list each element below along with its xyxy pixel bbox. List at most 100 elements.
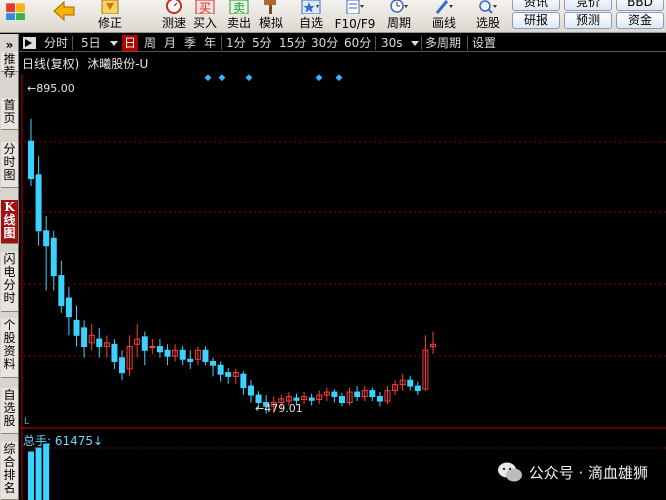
star-icon	[301, 0, 321, 14]
back-arrow-icon	[53, 1, 75, 21]
chevron-down-icon[interactable]	[411, 41, 419, 46]
correct-button[interactable]: 修正	[92, 0, 128, 32]
stock-picker-button[interactable]: 选股	[468, 0, 508, 32]
grid-icon-button[interactable]	[0, 0, 30, 32]
buy-icon: 买	[195, 0, 215, 14]
wechat-icon	[497, 462, 522, 482]
candle-down	[414, 385, 421, 392]
pen-icon	[435, 0, 453, 14]
sidetab-home[interactable]: 首页	[1, 98, 18, 130]
candle-down	[81, 327, 88, 348]
news-button[interactable]: 资讯	[512, 0, 560, 11]
forecast-button[interactable]: 预测	[564, 12, 612, 29]
sidetab-kline-label: K线图	[3, 200, 16, 240]
signal-marker: ◆	[205, 73, 212, 83]
stopwatch-icon	[166, 0, 182, 14]
double-chevron-icon: »	[5, 38, 14, 52]
sidetab-watchlist[interactable]: 自选股	[1, 388, 18, 434]
watermark-text: 公众号 · 滴血雄狮	[528, 463, 648, 482]
grid-icon	[6, 3, 25, 20]
volume-bar	[35, 447, 42, 500]
candle-down	[293, 397, 300, 401]
kline-chart[interactable]: ◆ ◆ ◆ ◆ ◆ L 日线(复权) 沐曦股份-U ←895.00 ←479.01 总手:…	[19, 52, 666, 500]
period-day[interactable]: 日	[122, 35, 139, 51]
candle-down	[331, 391, 338, 398]
chart-header: 日线(复权) 沐曦股份-U	[22, 55, 148, 72]
candle-down	[187, 358, 194, 362]
signal-marker: ◆	[246, 73, 253, 83]
sell-icon: 卖	[229, 0, 249, 14]
period-15min[interactable]: 15分	[279, 35, 306, 51]
candle-down	[73, 319, 80, 336]
main-toolbar: 修正 测速 买 买入 卖 卖出 模拟 自选 F10/F9 周期 画线 选股 资讯…	[0, 0, 666, 33]
side-tab-strip: » 推荐 首页 分时图 K线图 闪电分时 个股资料 自选股 综合排名	[0, 34, 19, 500]
back-button[interactable]	[44, 0, 84, 32]
svg-text:买: 买	[199, 1, 211, 14]
auction-button[interactable]: 竞价	[564, 0, 612, 11]
kline-svg: ◆ ◆ ◆ ◆ ◆ L	[19, 73, 666, 500]
candle-down	[119, 357, 126, 374]
sidetab-kline[interactable]: K线图	[1, 200, 18, 244]
signal-marker: ◆	[316, 73, 323, 83]
candle-down	[225, 372, 232, 377]
candle-down	[141, 336, 148, 351]
period-month[interactable]: 月	[164, 35, 176, 51]
research-button[interactable]: 研报	[512, 12, 560, 29]
funds-button[interactable]: 资金	[616, 12, 664, 29]
period-quarter[interactable]: 季	[184, 35, 196, 51]
low-marker: L	[24, 417, 29, 427]
sidetab-company-info[interactable]: 个股资料	[1, 318, 18, 378]
period-30s[interactable]: 30s	[381, 35, 403, 51]
watchlist-button[interactable]: 自选	[292, 0, 330, 32]
candle-down	[376, 396, 383, 402]
period-multi[interactable]: 多周期	[425, 35, 461, 51]
volume-bar	[28, 451, 34, 500]
buy-button[interactable]: 买 买入	[188, 0, 222, 32]
sidetab-ranking[interactable]: 综合排名	[1, 442, 18, 500]
candle-down	[65, 297, 72, 318]
min-price-label: ←479.01	[255, 402, 303, 415]
bbd-button[interactable]: BBD	[616, 0, 664, 11]
watermark: 公众号 · 滴血雄狮	[497, 460, 648, 484]
down-arrow-icon	[101, 0, 119, 14]
play-icon[interactable]	[23, 37, 36, 49]
simulate-button[interactable]: 模拟	[256, 0, 286, 32]
candle-down	[240, 373, 247, 389]
candle-down	[247, 385, 254, 396]
candle-down	[407, 379, 414, 387]
period-60min[interactable]: 60分	[344, 35, 371, 51]
period-5min[interactable]: 5分	[252, 35, 272, 51]
candle-down	[35, 174, 42, 232]
candle-down	[43, 230, 50, 247]
period-week[interactable]: 周	[144, 35, 156, 51]
candle-down	[50, 237, 57, 277]
period-1min[interactable]: 1分	[226, 35, 246, 51]
draw-line-button[interactable]: 画线	[424, 0, 464, 32]
candle-down	[28, 140, 34, 180]
candle-down	[156, 346, 163, 353]
signal-marker: ◆	[219, 73, 226, 83]
period-intraday[interactable]: 分时	[44, 35, 68, 51]
sell-button[interactable]: 卖 卖出	[222, 0, 256, 32]
min-arrow: ←	[255, 402, 265, 415]
chevron-down-icon[interactable]	[110, 41, 118, 46]
candle-down	[338, 396, 345, 404]
sidetab-intraday[interactable]: 分时图	[1, 142, 18, 188]
settings-button[interactable]: 设置	[472, 35, 496, 51]
candle-down	[179, 349, 186, 360]
candle-down	[369, 390, 376, 398]
period-year[interactable]: 年	[204, 35, 216, 51]
magnifier-icon	[479, 0, 497, 14]
sidetab-recommend[interactable]: 推荐	[1, 52, 18, 79]
candle-down	[202, 349, 209, 362]
sidetab-flash-intraday[interactable]: 闪电分时	[1, 252, 18, 312]
candle-down	[58, 275, 65, 306]
candle-down	[217, 364, 224, 375]
speed-test-button[interactable]: 测速	[156, 0, 192, 32]
period-button[interactable]: 周期	[380, 0, 418, 32]
period-30min[interactable]: 30分	[311, 35, 338, 51]
period-5day[interactable]: 5日	[81, 35, 101, 51]
f10-button[interactable]: F10/F9	[332, 0, 378, 32]
chart-mode: 日线(复权)	[22, 57, 80, 71]
period-bar: 分时 5日 日 周 月 季 年 1分 5分 15分 30分 60分 30s 多周…	[19, 34, 666, 52]
